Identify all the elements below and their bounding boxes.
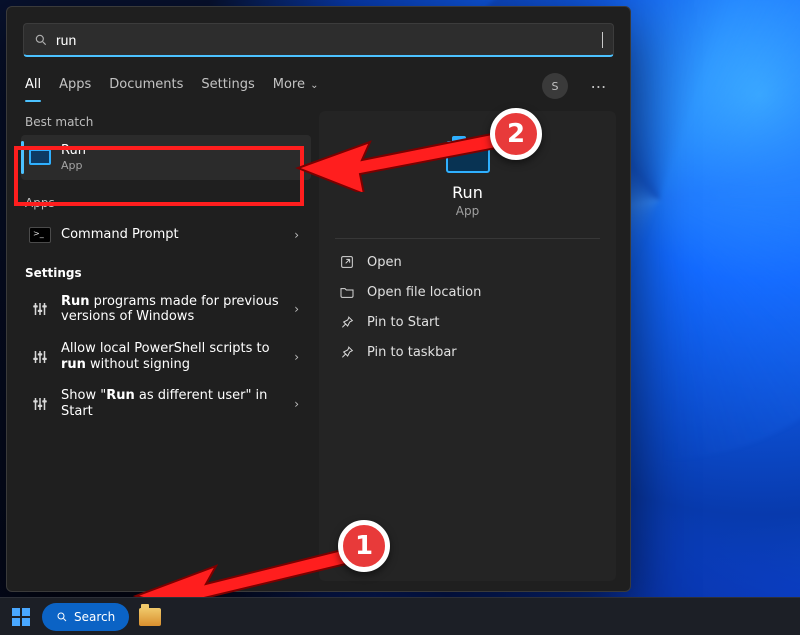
search-icon [34,33,48,47]
taskbar-search-button[interactable]: Search [42,603,129,631]
results-column: Best match Run App Apps Command Prompt ›… [21,111,311,581]
action-open-location[interactable]: Open file location [335,277,600,307]
tab-all[interactable]: All [25,77,41,102]
search-input[interactable] [48,32,601,48]
settings-icon [29,298,51,320]
pin-icon [339,314,355,330]
overflow-button[interactable]: ⋯ [586,73,612,99]
apps-label: Apps [25,196,307,210]
user-avatar[interactable]: S [542,73,568,99]
start-search-panel: All Apps Documents Settings More ⌄ S ⋯ B… [6,6,631,592]
start-button[interactable] [6,602,36,632]
search-tabs: All Apps Documents Settings More ⌄ S ⋯ [7,63,630,105]
windows-logo-icon [11,607,31,627]
text-caret [602,32,603,48]
folder-icon [339,284,355,300]
result-setting-powershell[interactable]: Allow local PowerShell scripts to run wi… [21,333,311,380]
preview-title: Run [335,183,600,202]
chevron-right-icon: › [294,350,303,364]
folder-icon [139,608,161,626]
pin-icon [339,344,355,360]
tab-documents[interactable]: Documents [109,77,183,102]
tab-more[interactable]: More ⌄ [273,77,319,102]
taskbar-explorer[interactable] [135,602,165,632]
preview-pane: Run App Open Open file location Pin to S… [319,111,616,581]
settings-icon [29,346,51,368]
result-setting-runas[interactable]: Show "Run as different user" in Start › [21,380,311,427]
search-icon [56,611,68,623]
chevron-right-icon: › [294,228,303,242]
action-pin-taskbar[interactable]: Pin to taskbar [335,337,600,367]
action-pin-start[interactable]: Pin to Start [335,307,600,337]
tab-apps[interactable]: Apps [59,77,91,102]
preview-subtitle: App [335,204,600,218]
result-setting-compat[interactable]: Run programs made for previous versions … [21,286,311,333]
chevron-down-icon: ⌄ [307,80,319,91]
result-best-run[interactable]: Run App [21,135,311,180]
run-app-icon [29,149,51,165]
chevron-right-icon: › [294,302,303,316]
cmd-icon [29,227,51,243]
chevron-right-icon: › [294,397,303,411]
settings-group-label: Settings [25,266,307,280]
settings-icon [29,393,51,415]
open-icon [339,254,355,270]
action-open[interactable]: Open [335,247,600,277]
result-command-prompt[interactable]: Command Prompt › [21,216,311,254]
run-app-icon-large [446,141,490,173]
taskbar: Search [0,597,800,635]
search-box[interactable] [23,23,614,57]
tab-settings[interactable]: Settings [201,77,254,102]
best-match-label: Best match [25,115,307,129]
divider [335,238,600,239]
